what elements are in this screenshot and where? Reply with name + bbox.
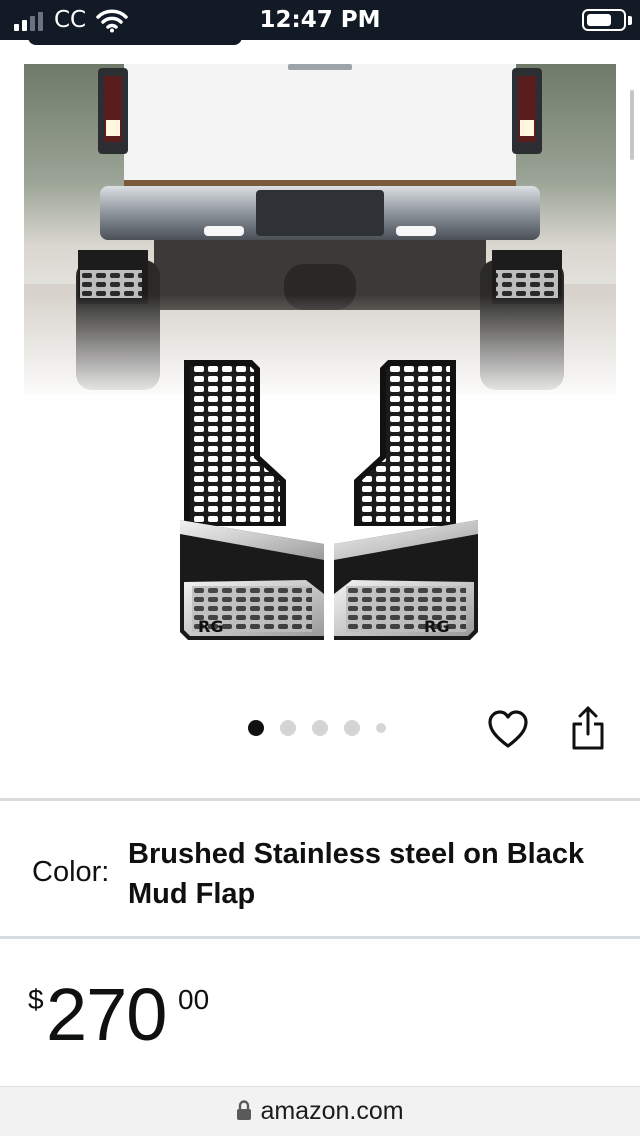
section-divider (0, 798, 640, 801)
share-icon[interactable] (568, 704, 608, 752)
carousel-dot[interactable] (280, 720, 296, 736)
scroll-indicator[interactable] (630, 90, 634, 160)
svg-text:RG: RG (198, 617, 223, 636)
lock-icon (237, 1100, 252, 1120)
price-whole: 270 (46, 973, 167, 1056)
price-currency: $ (28, 984, 44, 1015)
url-domain[interactable]: amazon.com (260, 1097, 403, 1125)
tab-strip-handle (28, 36, 242, 45)
svg-text:RG: RG (424, 617, 449, 636)
carousel-dot[interactable] (344, 720, 360, 736)
image-carousel-dots[interactable] (248, 720, 386, 736)
heart-icon[interactable] (486, 708, 530, 752)
section-divider (0, 936, 640, 939)
status-bar: CC 12:47 PM (0, 0, 640, 40)
price-fraction: 00 (178, 984, 210, 1015)
battery-icon (582, 9, 626, 31)
status-time: 12:47 PM (259, 7, 381, 33)
browser-url-bar[interactable]: amazon.com (0, 1086, 640, 1136)
carousel-dot[interactable] (248, 720, 264, 736)
product-image[interactable]: RG RG (24, 64, 616, 664)
color-value: Brushed Stainless steel on Black Mud Fla… (128, 838, 585, 910)
battery-cap (628, 16, 632, 25)
carousel-dot[interactable] (312, 720, 328, 736)
carousel-dot[interactable] (376, 723, 386, 733)
color-label: Color: (32, 856, 110, 888)
